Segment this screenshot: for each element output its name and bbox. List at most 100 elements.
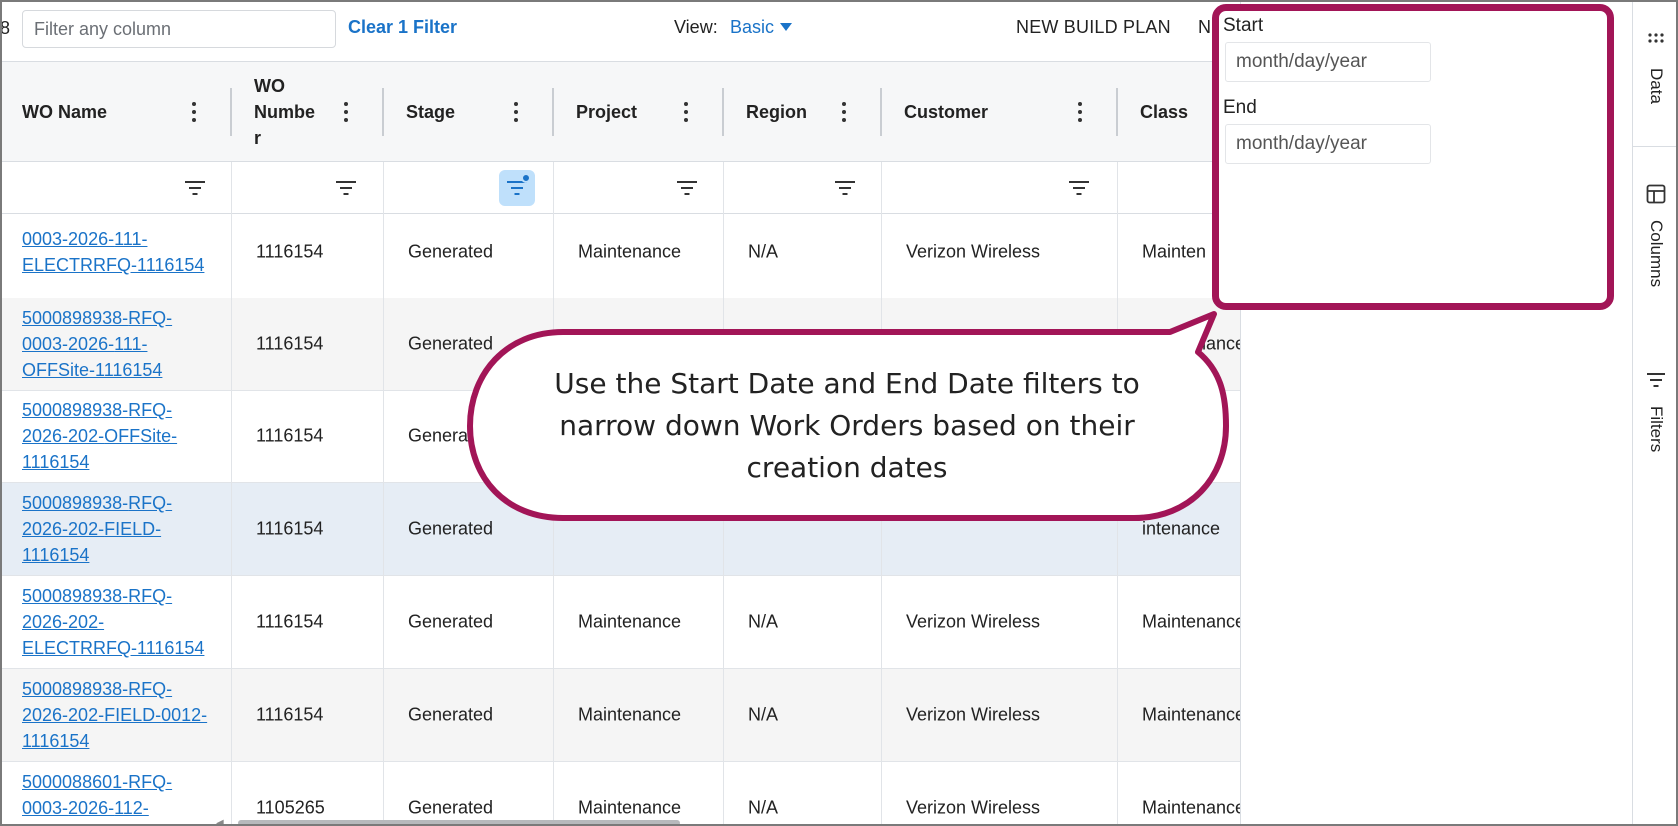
column-header-label: WO Name — [22, 102, 108, 122]
horizontal-scrollbar[interactable] — [238, 820, 680, 826]
column-filter-icon[interactable] — [1061, 170, 1097, 206]
cell-wo-number: 1116154 — [232, 576, 384, 668]
cell-text: Verizon Wireless — [906, 797, 1041, 818]
cell-project: Maintenance — [554, 669, 724, 761]
column-menu-icon[interactable] — [834, 100, 854, 124]
filter-lines-icon — [1647, 373, 1665, 387]
caret-down-icon — [780, 23, 793, 31]
side-tab-columns[interactable]: Columns — [1633, 176, 1678, 306]
cell-text: Maintenance — [578, 704, 682, 725]
cell-region: N/A — [724, 762, 882, 826]
wo-name-link[interactable]: 5000898938-RFQ-2026-202-OFFSite-1116154 — [22, 397, 212, 475]
cell-region: N/A — [724, 669, 882, 761]
grip-dots-icon — [1648, 33, 1664, 43]
cell-wo-name[interactable]: 5000898938-RFQ-0003-2026-111-OFFSite-111… — [0, 298, 232, 390]
truncated-toolbar-button[interactable]: N — [1198, 17, 1211, 38]
side-tab-filters[interactable]: Filters — [1633, 364, 1678, 474]
column-header-label: Class — [1140, 102, 1189, 122]
table-row[interactable]: 5000898938-RFQ-2026-202-FIELD-0012-11161… — [0, 669, 1240, 762]
cell-text: 1116154 — [256, 611, 324, 632]
column-header-customer[interactable]: Customer — [882, 62, 1118, 162]
column-header-stage[interactable]: Stage — [384, 62, 554, 162]
column-header-label: Region — [746, 102, 807, 122]
cell-text: N/A — [748, 704, 779, 725]
column-header-wo-number[interactable]: WO Numbe r — [232, 62, 384, 162]
cell-stage: Generated — [384, 576, 554, 668]
cell-project: Maintenance — [554, 762, 724, 826]
cell-text: Maintenance — [578, 241, 682, 262]
view-select[interactable]: Basic — [730, 17, 793, 38]
column-header-label: Project — [576, 102, 638, 122]
cell-customer: Verizon Wireless — [882, 762, 1118, 826]
cell-customer: Verizon Wireless — [882, 669, 1118, 761]
column-filter-icon[interactable] — [499, 170, 535, 206]
cell-text: Maintenance — [1142, 611, 1240, 632]
cell-wo-name[interactable]: 5000898938-RFQ-2026-202-FIELD-0012-11161… — [0, 669, 232, 761]
new-build-plan-button[interactable]: NEW BUILD PLAN — [1016, 17, 1171, 38]
column-filter-icon[interactable] — [827, 170, 863, 206]
cell-text: N/A — [748, 797, 779, 818]
column-header-region[interactable]: Region — [724, 62, 882, 162]
cell-region: N/A — [724, 576, 882, 668]
wo-name-link[interactable]: 5000898938-RFQ-0003-2026-111-OFFSite-111… — [22, 305, 212, 383]
cell-wo-number: 1116154 — [232, 390, 384, 482]
column-menu-icon[interactable] — [506, 100, 526, 124]
wo-name-link[interactable]: 5000088601-RFQ-0003-2026-112-OFFSite-110… — [22, 769, 212, 826]
table-row[interactable]: 0003-2026-111-ELECTRRFQ-1116154 1116154 Ge… — [0, 206, 1240, 299]
grid-header-row: WO Name WO Numbe r Stage Project Region Custo… — [0, 62, 1240, 162]
column-header-wo-name[interactable]: WO Name — [0, 62, 232, 162]
clear-filter-button[interactable]: Clear 1 Filter — [348, 17, 457, 38]
cell-text: 1105265 — [256, 797, 325, 818]
cell-text: Generated — [408, 611, 494, 632]
column-filter-icon[interactable] — [669, 170, 705, 206]
cell-stage: Generated — [384, 762, 554, 826]
cell-stage: Generated — [384, 206, 554, 298]
wo-name-link[interactable]: 5000898938-RFQ-2026-202-FIELD-1116154 — [22, 490, 212, 568]
column-menu-icon[interactable] — [184, 100, 204, 124]
column-menu-icon[interactable] — [676, 100, 696, 124]
column-menu-icon[interactable] — [336, 100, 356, 124]
cell-wo-name[interactable]: 5000898938-RFQ-2026-202-FIELD-1116154 — [0, 483, 232, 575]
cell-text: 1116154 — [256, 425, 324, 446]
cell-text: 1116154 — [256, 704, 324, 725]
side-tab-data[interactable]: Data — [1633, 20, 1678, 140]
end-date-input[interactable] — [1225, 124, 1431, 164]
column-header-project[interactable]: Project — [554, 62, 724, 162]
side-tab-columns-label: Columns — [1647, 220, 1666, 288]
end-date-label: End — [1223, 97, 1257, 118]
cell-text: Mainten — [1142, 241, 1207, 262]
column-filter-icon[interactable] — [328, 170, 364, 206]
cell-text: Maintenance — [578, 797, 682, 818]
view-label: View: — [674, 17, 718, 37]
cell-text: Verizon Wireless — [906, 241, 1041, 262]
column-menu-icon[interactable] — [1070, 100, 1090, 124]
scroll-left-icon[interactable]: ◀ — [216, 818, 224, 826]
cell-wo-name[interactable]: 0003-2026-111-ELECTRRFQ-1116154 — [0, 206, 232, 298]
cell-text: Maintenance — [578, 611, 682, 632]
wo-name-link[interactable]: 0003-2026-111-ELECTRRFQ-1116154 — [22, 226, 212, 278]
table-row[interactable]: 5000088601-RFQ-0003-2026-112-OFFSite-110… — [0, 762, 1240, 826]
grid-toolbar: 8 Clear 1 Filter View: Basic NEW BUILD P… — [0, 0, 1240, 62]
cell-region: N/A — [724, 206, 882, 298]
cell-wo-name[interactable]: 5000898938-RFQ-2026-202-OFFSite-1116154 — [0, 390, 232, 482]
column-filter-icon[interactable] — [177, 170, 213, 206]
date-filter-box: Start End — [1212, 4, 1614, 310]
cell-text: 1116154 — [256, 518, 324, 539]
table-row[interactable]: 5000898938-RFQ-2026-202-ELECTRRFQ-111615… — [0, 576, 1240, 669]
cell-project: Maintenance — [554, 206, 724, 298]
cell-wo-name[interactable]: 5000898938-RFQ-2026-202-ELECTRRFQ-111615… — [0, 576, 232, 668]
cell-wo-name[interactable]: 5000088601-RFQ-0003-2026-112-OFFSite-110… — [0, 762, 232, 826]
cell-wo-number: 1116154 — [232, 669, 384, 761]
start-date-input[interactable] — [1225, 42, 1431, 82]
side-tab-bar: Data Columns Filters — [1632, 0, 1678, 826]
cell-class: Maintenance — [1118, 576, 1240, 668]
column-header-label: Customer — [904, 102, 989, 122]
wo-name-link[interactable]: 5000898938-RFQ-2026-202-FIELD-0012-11161… — [22, 676, 212, 754]
cell-customer: Verizon Wireless — [882, 576, 1118, 668]
cell-wo-number: 1105265 — [232, 762, 384, 826]
filter-any-column-input[interactable] — [22, 10, 336, 48]
cell-project: Maintenance — [554, 576, 724, 668]
wo-name-link[interactable]: 5000898938-RFQ-2026-202-ELECTRRFQ-111615… — [22, 583, 212, 661]
cell-text: 1116154 — [256, 241, 324, 262]
tooltip-callout: Use the Start Date and End Date filters … — [466, 311, 1229, 523]
